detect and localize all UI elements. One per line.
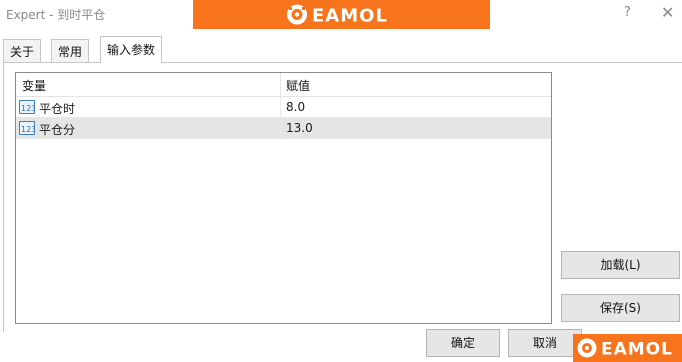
svg-text:123: 123 [21,125,34,134]
param-name: 平仓时 [39,102,76,116]
ok-button[interactable]: 确定 [426,329,500,357]
svg-text:123: 123 [21,104,34,113]
tab-common[interactable]: 常用 [51,39,90,62]
banner-logo-text: EAMOL [312,6,388,27]
header-variable[interactable]: 变量 [22,77,46,94]
help-button[interactable]: ? [624,5,631,20]
title-bar: Expert - 到时平仓 EAMOL ? ✕ [0,0,682,32]
grid-header: 变量 赋值 [16,73,551,97]
param-value[interactable]: 13.0 [286,121,313,135]
eamol-corner-logo: EAMOL [573,334,682,362]
header-value[interactable]: 赋值 [286,77,310,94]
column-divider [280,97,281,117]
param-value[interactable]: 8.0 [286,100,305,114]
table-row[interactable]: 123 平仓分 13.0 [16,118,551,139]
int-param-icon: 123 [19,121,35,135]
int-param-icon: 123 [19,100,35,114]
window-title: Expert - 到时平仓 [6,8,106,22]
table-row[interactable]: 123 平仓时 8.0 [16,97,551,118]
tab-about[interactable]: 关于 [3,39,42,62]
load-button[interactable]: 加载(L) [561,251,680,279]
parameters-grid: 变量 赋值 123 平仓时 8.0 123 平仓分 13.0 [15,72,552,324]
tab-input-parameters[interactable]: 输入参数 [100,36,163,63]
save-button[interactable]: 保存(S) [561,294,680,322]
column-divider [280,118,281,138]
corner-logo-text: EAMOL [601,340,673,360]
param-name: 平仓分 [39,123,76,137]
close-button[interactable]: ✕ [661,3,674,22]
eamol-banner: EAMOL [193,0,490,29]
eamol-logo: EAMOL [287,4,388,27]
cancel-button[interactable]: 取消 [508,329,582,357]
header-divider[interactable] [280,73,281,97]
